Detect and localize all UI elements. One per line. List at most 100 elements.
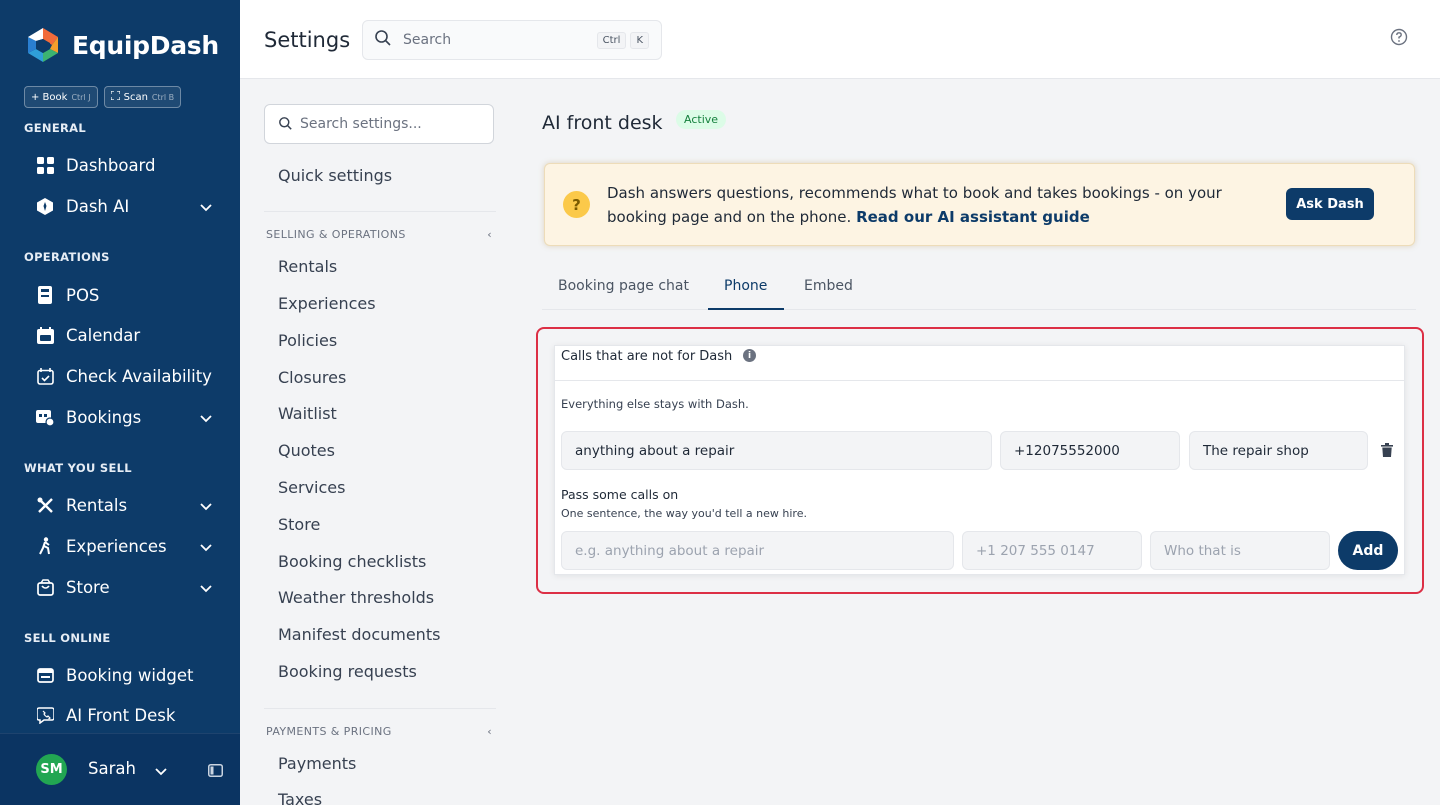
pass-calls-title: Pass some calls on	[561, 487, 679, 502]
sidebar-item-label: Check Availability	[66, 366, 212, 386]
question-icon: ?	[563, 191, 590, 218]
settings-search-input[interactable]: Search settings...	[264, 104, 494, 144]
sidebar-item-check-availability[interactable]: Check Availability	[36, 361, 212, 391]
section-operations: OPERATIONS	[24, 250, 110, 264]
shortcut-key-ctrl: Ctrl	[596, 31, 627, 49]
tab-phone[interactable]: Phone	[724, 278, 767, 294]
info-icon[interactable]: i	[743, 349, 756, 362]
user-name[interactable]: Sarah	[88, 759, 136, 778]
settings-item-manifest-documents[interactable]: Manifest documents	[278, 625, 440, 644]
sidebar-item-label: Calendar	[66, 325, 141, 345]
brand-name: EquipDash	[72, 30, 219, 60]
phone-chat-icon	[36, 706, 54, 724]
banner-text: Dash answers questions, recommends what …	[607, 181, 1267, 229]
rule-topic-field[interactable]: anything about a repair	[561, 431, 992, 470]
scan-icon	[109, 90, 121, 103]
settings-item-weather-thresholds[interactable]: Weather thresholds	[278, 588, 434, 607]
sidebar-item-bookings[interactable]: Bookings	[36, 402, 212, 432]
settings-item-rentals[interactable]: Rentals	[278, 257, 337, 276]
sidebar-item-dashboard[interactable]: Dashboard	[36, 150, 212, 180]
settings-item-quick-settings[interactable]: Quick settings	[278, 166, 392, 185]
sidebar-collapse-icon[interactable]	[208, 762, 223, 781]
collapse-chevron-icon: ‹	[487, 228, 492, 241]
pos-icon	[36, 286, 54, 304]
tab-booking-page-chat[interactable]: Booking page chat	[558, 278, 689, 294]
brand[interactable]: EquipDash	[24, 26, 219, 64]
sidebar-item-rentals[interactable]: Rentals	[36, 490, 212, 520]
pass-calls-subtitle: One sentence, the way you'd tell a new h…	[561, 507, 807, 520]
page-title: Settings	[264, 28, 351, 52]
add-rule-button[interactable]: Add	[1338, 531, 1398, 570]
settings-search-placeholder: Search settings...	[300, 116, 422, 132]
section-label: SELLING & OPERATIONS	[266, 228, 406, 241]
settings-item-waitlist[interactable]: Waitlist	[278, 404, 337, 423]
book-label: + Book	[31, 91, 68, 103]
section-label: PAYMENTS & PRICING	[266, 725, 392, 738]
settings-item-services[interactable]: Services	[278, 478, 345, 497]
section-general: GENERAL	[24, 121, 86, 135]
new-rule-phone-input[interactable]: +1 207 555 0147	[962, 531, 1142, 570]
chevron-down-icon[interactable]	[155, 761, 167, 780]
settings-item-booking-requests[interactable]: Booking requests	[278, 662, 417, 681]
settings-item-quotes[interactable]: Quotes	[278, 441, 335, 460]
sidebar-item-ai-front-desk[interactable]: AI Front Desk	[36, 700, 212, 730]
chevron-down-icon	[200, 496, 212, 515]
sidebar-item-label: Booking widget	[66, 665, 194, 685]
hiker-icon	[36, 537, 54, 555]
sidebar-item-calendar[interactable]: Calendar	[36, 320, 212, 350]
scan-shortcut: Ctrl B	[151, 92, 175, 102]
active-tab-indicator	[708, 308, 784, 310]
book-shortcut: Ctrl J	[71, 92, 91, 102]
settings-item-policies[interactable]: Policies	[278, 331, 337, 350]
call-forwarding-card: Calls that are not for Dash i Everything…	[554, 345, 1405, 575]
sidebar-item-label: Store	[66, 577, 110, 597]
top-header: Settings Search Ctrl K	[240, 0, 1440, 79]
sidebar-item-label: Dash AI	[66, 196, 130, 216]
avatar[interactable]: SM	[36, 754, 67, 785]
help-icon[interactable]	[1390, 28, 1408, 50]
new-rule-topic-input[interactable]: e.g. anything about a repair	[561, 531, 954, 570]
section-title: AI front desk	[542, 112, 663, 134]
settings-section-payments[interactable]: PAYMENTS & PRICING ‹	[266, 725, 492, 738]
info-banner: ? Dash answers questions, recommends wha…	[544, 163, 1415, 246]
rule-phone-field[interactable]: +12075552000	[1000, 431, 1180, 470]
section-what-you-sell: WHAT YOU SELL	[24, 461, 132, 475]
card-header: Calls that are not for Dash i	[555, 346, 1404, 381]
sidebar-item-store[interactable]: Store	[36, 572, 212, 602]
sidebar-item-dash-ai[interactable]: Dash AI	[36, 191, 212, 221]
calendar-icon	[36, 326, 54, 344]
settings-item-closures[interactable]: Closures	[278, 368, 346, 387]
trash-icon[interactable]	[1381, 442, 1393, 461]
tab-bar: Booking page chat Phone Embed	[542, 266, 1416, 310]
sidebar-item-label: AI Front Desk	[66, 705, 176, 725]
card-subtitle: Everything else stays with Dash.	[561, 397, 749, 411]
global-search-input[interactable]: Search Ctrl K	[362, 20, 662, 60]
sidebar-item-pos[interactable]: POS	[36, 280, 212, 310]
settings-item-experiences[interactable]: Experiences	[278, 294, 376, 313]
settings-item-taxes[interactable]: Taxes	[278, 790, 322, 805]
widget-icon	[36, 666, 54, 684]
chevron-down-icon	[200, 578, 212, 597]
settings-section-selling[interactable]: SELLING & OPERATIONS ‹	[266, 228, 492, 241]
status-badge: Active	[676, 110, 727, 129]
ai-guide-link[interactable]: Read our AI assistant guide	[856, 208, 1090, 226]
sidebar-item-label: Experiences	[66, 536, 167, 556]
divider	[264, 708, 496, 709]
sidebar-item-experiences[interactable]: Experiences	[36, 531, 212, 561]
quick-actions: + Book Ctrl J Scan Ctrl B	[24, 86, 182, 108]
new-rule-who-input[interactable]: Who that is	[1150, 531, 1330, 570]
ask-dash-button[interactable]: Ask Dash	[1286, 188, 1374, 220]
quick-scan-button[interactable]: Scan Ctrl B	[103, 86, 182, 108]
chevron-down-icon	[200, 537, 212, 556]
settings-item-booking-checklists[interactable]: Booking checklists	[278, 552, 426, 571]
calendar-check-icon	[36, 367, 54, 385]
quick-book-button[interactable]: + Book Ctrl J	[24, 86, 98, 108]
ai-icon	[36, 197, 54, 215]
settings-item-payments[interactable]: Payments	[278, 754, 356, 773]
settings-item-store[interactable]: Store	[278, 515, 320, 534]
card-title: Calls that are not for Dash	[561, 349, 733, 364]
rule-who-field[interactable]: The repair shop	[1189, 431, 1368, 470]
tab-embed[interactable]: Embed	[804, 278, 853, 294]
chevron-down-icon	[200, 408, 212, 427]
sidebar-item-booking-widget[interactable]: Booking widget	[36, 660, 212, 690]
